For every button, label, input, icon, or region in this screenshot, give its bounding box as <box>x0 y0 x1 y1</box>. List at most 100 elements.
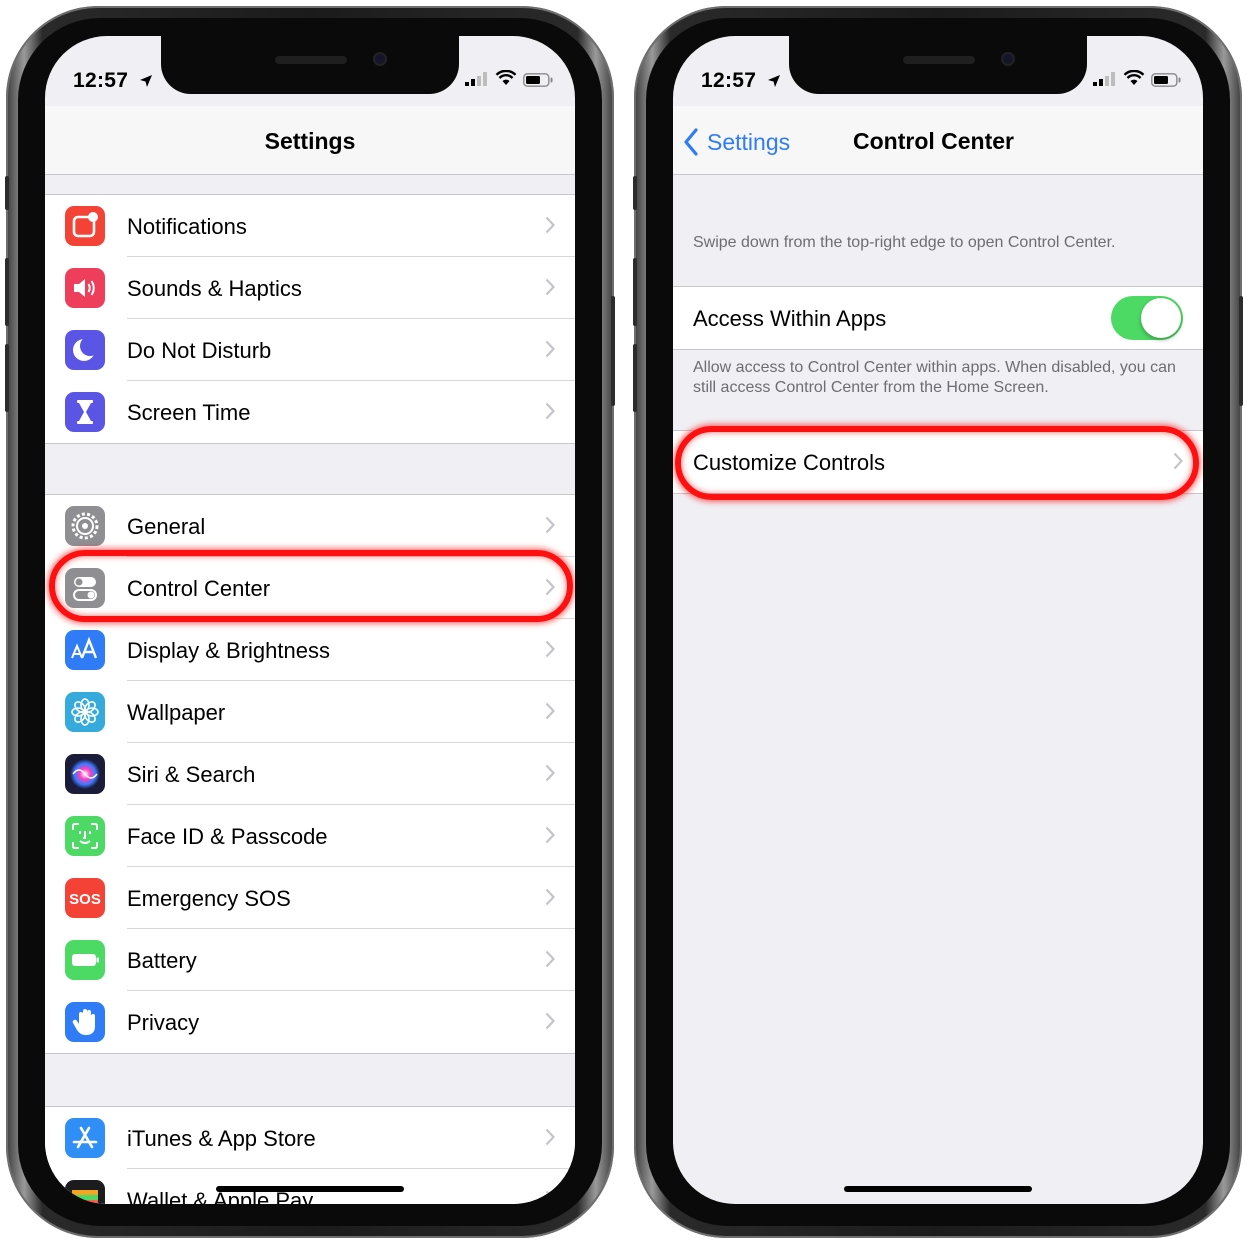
chevron-right-icon <box>545 216 555 234</box>
back-button[interactable]: Settings <box>707 129 790 156</box>
chevron-right-icon <box>545 516 555 534</box>
side-button <box>1239 296 1243 406</box>
chevron-right-icon <box>545 1128 555 1146</box>
page-title: Control Center <box>853 128 1014 154</box>
chevron-right-icon <box>545 826 555 844</box>
chevron-right-icon <box>545 340 555 358</box>
home-indicator[interactable] <box>216 1186 404 1192</box>
settings-row-app-store[interactable]: iTunes & App Store <box>45 1107 575 1169</box>
customize-controls-row[interactable]: Customize Controls <box>673 430 1203 494</box>
nav-bar: Settings <box>45 106 575 175</box>
display-aa-icon <box>65 630 105 670</box>
hand-icon <box>65 1002 105 1042</box>
battery-status-icon <box>523 73 553 87</box>
row-label: Siri & Search <box>127 762 256 787</box>
notch <box>161 36 459 94</box>
settings-row-face-id[interactable]: Face ID & Passcode <box>45 805 575 867</box>
silent-switch <box>5 176 9 210</box>
chevron-right-icon <box>545 702 555 720</box>
row-label: Emergency SOS <box>127 886 291 911</box>
flower-icon <box>65 692 105 732</box>
battery-status-icon <box>1151 73 1181 87</box>
chevron-right-icon <box>545 888 555 906</box>
chevron-right-icon <box>545 950 555 968</box>
settings-screen: 12:57 Settings Notifications Sounds & Ha… <box>45 36 575 1204</box>
row-label: iTunes & App Store <box>127 1126 316 1151</box>
settings-row-notifications[interactable]: Notifications <box>45 195 575 257</box>
location-arrow-icon <box>768 75 780 87</box>
settings-row-emergency-sos[interactable]: SOS Emergency SOS <box>45 867 575 929</box>
chevron-left-icon[interactable] <box>683 128 699 156</box>
gear-icon <box>65 506 105 546</box>
settings-row-siri[interactable]: Siri & Search <box>45 743 575 805</box>
app-store-icon <box>65 1118 105 1158</box>
row-label: Sounds & Haptics <box>127 276 302 301</box>
nav-bar: Settings Control Center <box>673 106 1203 175</box>
cell-signal-icon <box>465 72 487 86</box>
wallet-icon <box>65 1180 105 1204</box>
chevron-right-icon <box>545 402 555 420</box>
customize-controls-label: Customize Controls <box>693 450 885 475</box>
settings-row-display[interactable]: Display & Brightness <box>45 619 575 681</box>
battery-icon <box>65 940 105 980</box>
sounds-icon <box>65 268 105 308</box>
notch <box>789 36 1087 94</box>
settings-row-privacy[interactable]: Privacy <box>45 991 575 1053</box>
access-within-apps-toggle[interactable] <box>1111 296 1183 340</box>
speaker <box>903 56 975 64</box>
phone-left: 12:57 Settings Notifications Sounds & Ha… <box>5 6 615 1238</box>
settings-row-control-center[interactable]: Control Center <box>45 557 575 619</box>
row-label: Battery <box>127 948 197 973</box>
siri-icon <box>65 754 105 794</box>
face-id-icon <box>65 816 105 856</box>
access-within-apps-label: Access Within Apps <box>693 306 887 331</box>
chevron-right-icon <box>545 278 555 296</box>
row-label: Notifications <box>127 214 247 239</box>
speaker <box>275 56 347 64</box>
settings-row-sounds[interactable]: Sounds & Haptics <box>45 257 575 319</box>
row-label: Display & Brightness <box>127 638 330 663</box>
home-indicator[interactable] <box>844 1186 1032 1192</box>
row-label: Do Not Disturb <box>127 338 272 363</box>
intro-text: Swipe down from the top-right edge to op… <box>693 234 1116 251</box>
status-time: 12:57 <box>73 69 129 92</box>
volume-up-button <box>633 258 637 326</box>
camera <box>373 52 387 66</box>
hourglass-icon <box>65 392 105 432</box>
settings-row-wallpaper[interactable]: Wallpaper <box>45 681 575 743</box>
chevron-right-icon <box>545 764 555 782</box>
row-label: Face ID & Passcode <box>127 824 328 849</box>
settings-row-do-not-disturb[interactable]: Do Not Disturb <box>45 319 575 381</box>
cell-signal-icon <box>1093 72 1115 86</box>
volume-down-button <box>633 344 637 412</box>
control-center-screen: 12:57 Settings Control Center Swipe down… <box>673 36 1203 1204</box>
wifi-icon <box>495 70 517 85</box>
settings-group-2: General Control Center Display & Brightn… <box>45 494 575 1054</box>
wifi-icon <box>1123 70 1145 85</box>
side-button <box>611 296 615 406</box>
notifications-icon <box>65 206 105 246</box>
settings-group-1: Notifications Sounds & Haptics Do Not Di… <box>45 194 575 444</box>
chevron-right-icon <box>545 1190 555 1204</box>
volume-up-button <box>5 258 9 326</box>
chevron-right-icon <box>545 1012 555 1030</box>
row-label: General <box>127 514 206 539</box>
camera <box>1001 52 1015 66</box>
status-time: 12:57 <box>701 69 757 92</box>
chevron-right-icon <box>545 578 555 596</box>
settings-row-battery[interactable]: Battery <box>45 929 575 991</box>
toggles-icon <box>65 568 105 608</box>
settings-row-screen-time[interactable]: Screen Time <box>45 381 575 443</box>
page-title: Settings <box>264 128 356 154</box>
svg-text:SOS: SOS <box>69 891 101 908</box>
toggle-knob <box>1141 298 1181 338</box>
chevron-right-icon <box>1173 452 1183 470</box>
moon-icon <box>65 330 105 370</box>
sos-icon: SOS <box>65 878 105 918</box>
row-label: Control Center <box>127 576 271 601</box>
row-label: Privacy <box>127 1010 200 1035</box>
access-within-apps-row: Access Within Apps <box>673 286 1203 350</box>
silent-switch <box>633 176 637 210</box>
chevron-right-icon <box>545 640 555 658</box>
settings-row-general[interactable]: General <box>45 495 575 557</box>
